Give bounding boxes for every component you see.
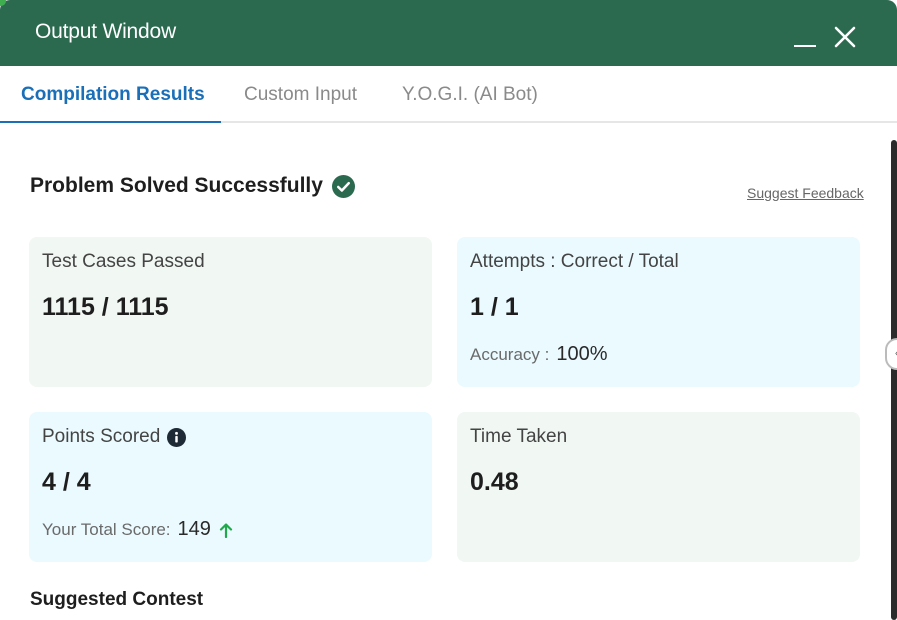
collapse-handle[interactable]: ‹ xyxy=(885,338,897,370)
close-icon xyxy=(834,26,856,48)
points-value: 4 / 4 xyxy=(42,468,91,496)
tab-custom-input[interactable]: Custom Input xyxy=(244,66,357,123)
arrow-up-icon xyxy=(219,522,233,538)
test-cases-label: Test Cases Passed xyxy=(42,251,205,272)
window-header: Output Window xyxy=(0,0,897,66)
total-score-label: Your Total Score: xyxy=(42,519,171,539)
output-window: Output Window Compilation Results Custom… xyxy=(0,0,897,620)
attempts-value: 1 / 1 xyxy=(470,293,519,321)
points-label: Points Scored xyxy=(42,426,161,447)
total-score-value: 149 xyxy=(177,518,211,540)
status-heading: Problem Solved Successfully xyxy=(30,174,355,198)
vertical-scrollbar[interactable] xyxy=(891,140,897,620)
window-title: Output Window xyxy=(35,20,176,43)
test-cases-card: Test Cases Passed 1115 / 1115 xyxy=(29,237,432,387)
check-circle-icon xyxy=(331,174,355,198)
attempts-card: Attempts : Correct / Total 1 / 1 Accurac… xyxy=(457,237,860,387)
status-message: Problem Solved Successfully xyxy=(30,174,323,197)
tab-yogi-ai-bot[interactable]: Y.O.G.I. (AI Bot) xyxy=(402,66,538,123)
accuracy-label: Accuracy : xyxy=(470,344,550,364)
accuracy-value: 100% xyxy=(556,343,608,365)
time-taken-label: Time Taken xyxy=(470,426,568,447)
attempts-label: Attempts : Correct / Total xyxy=(470,251,679,272)
close-button[interactable] xyxy=(832,24,860,52)
suggested-contest-heading: Suggested Contest xyxy=(30,589,204,610)
minimize-icon xyxy=(794,45,816,47)
tab-compilation-results[interactable]: Compilation Results xyxy=(0,66,221,123)
total-score-row: Your Total Score: 149 xyxy=(42,518,233,541)
minimize-button[interactable] xyxy=(792,24,820,52)
time-taken-card: Time Taken 0.48 xyxy=(457,412,860,562)
tab-bar: Compilation Results Custom Input Y.O.G.I… xyxy=(0,66,897,123)
info-icon[interactable] xyxy=(167,427,187,447)
points-card: Points Scored 4 / 4 Your Total Score: 14… xyxy=(29,412,432,562)
time-taken-value: 0.48 xyxy=(470,468,519,496)
points-label-row: Points Scored xyxy=(42,426,187,448)
test-cases-value: 1115 / 1115 xyxy=(42,293,169,321)
suggest-feedback-link[interactable]: Suggest Feedback xyxy=(747,185,864,201)
accuracy-row: Accuracy : 100% xyxy=(470,343,608,366)
